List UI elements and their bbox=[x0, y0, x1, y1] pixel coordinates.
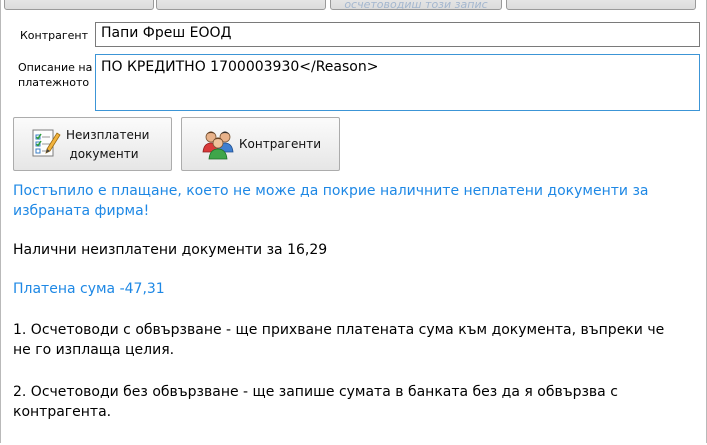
people-group-icon bbox=[201, 128, 235, 163]
unpaid-documents-label-line2: документи bbox=[69, 147, 139, 161]
counterparties-label: Контрагенти bbox=[239, 137, 321, 151]
paid-amount-text: Платена сума -47,31 bbox=[13, 281, 165, 297]
tab-1[interactable] bbox=[4, 0, 154, 10]
counterparty-label: Контрагент bbox=[20, 29, 89, 42]
available-unpaid-text: Налични неизплатени документи за 16,29 bbox=[13, 242, 328, 258]
description-label: Описание на платежното bbox=[18, 61, 93, 89]
unpaid-documents-label-line1: Неизплатени bbox=[66, 128, 150, 142]
tab-strip: осчетоводиш този запис bbox=[0, 0, 707, 12]
tab-4[interactable] bbox=[506, 0, 696, 10]
warning-message: Постъпило е плащане, което не може да по… bbox=[13, 183, 649, 219]
checklist-pencil-icon bbox=[31, 127, 61, 162]
option-1-text: 1. Осчетоводи с обвързване - ще прихване… bbox=[13, 322, 665, 358]
counterparties-button[interactable]: Контрагенти bbox=[181, 117, 340, 171]
tab-2[interactable] bbox=[156, 0, 326, 10]
counterparty-field[interactable]: Папи Фреш ЕООД bbox=[95, 22, 700, 47]
payment-description-field[interactable]: ПО КРЕДИТНО 1700003930</Reason> bbox=[95, 54, 700, 111]
unpaid-documents-button[interactable]: Неизплатени документи bbox=[13, 117, 172, 171]
tab-post-record[interactable]: осчетоводиш този запис bbox=[330, 0, 502, 10]
option-2-text: 2. Осчетоводи без обвързване - ще запише… bbox=[13, 384, 618, 420]
